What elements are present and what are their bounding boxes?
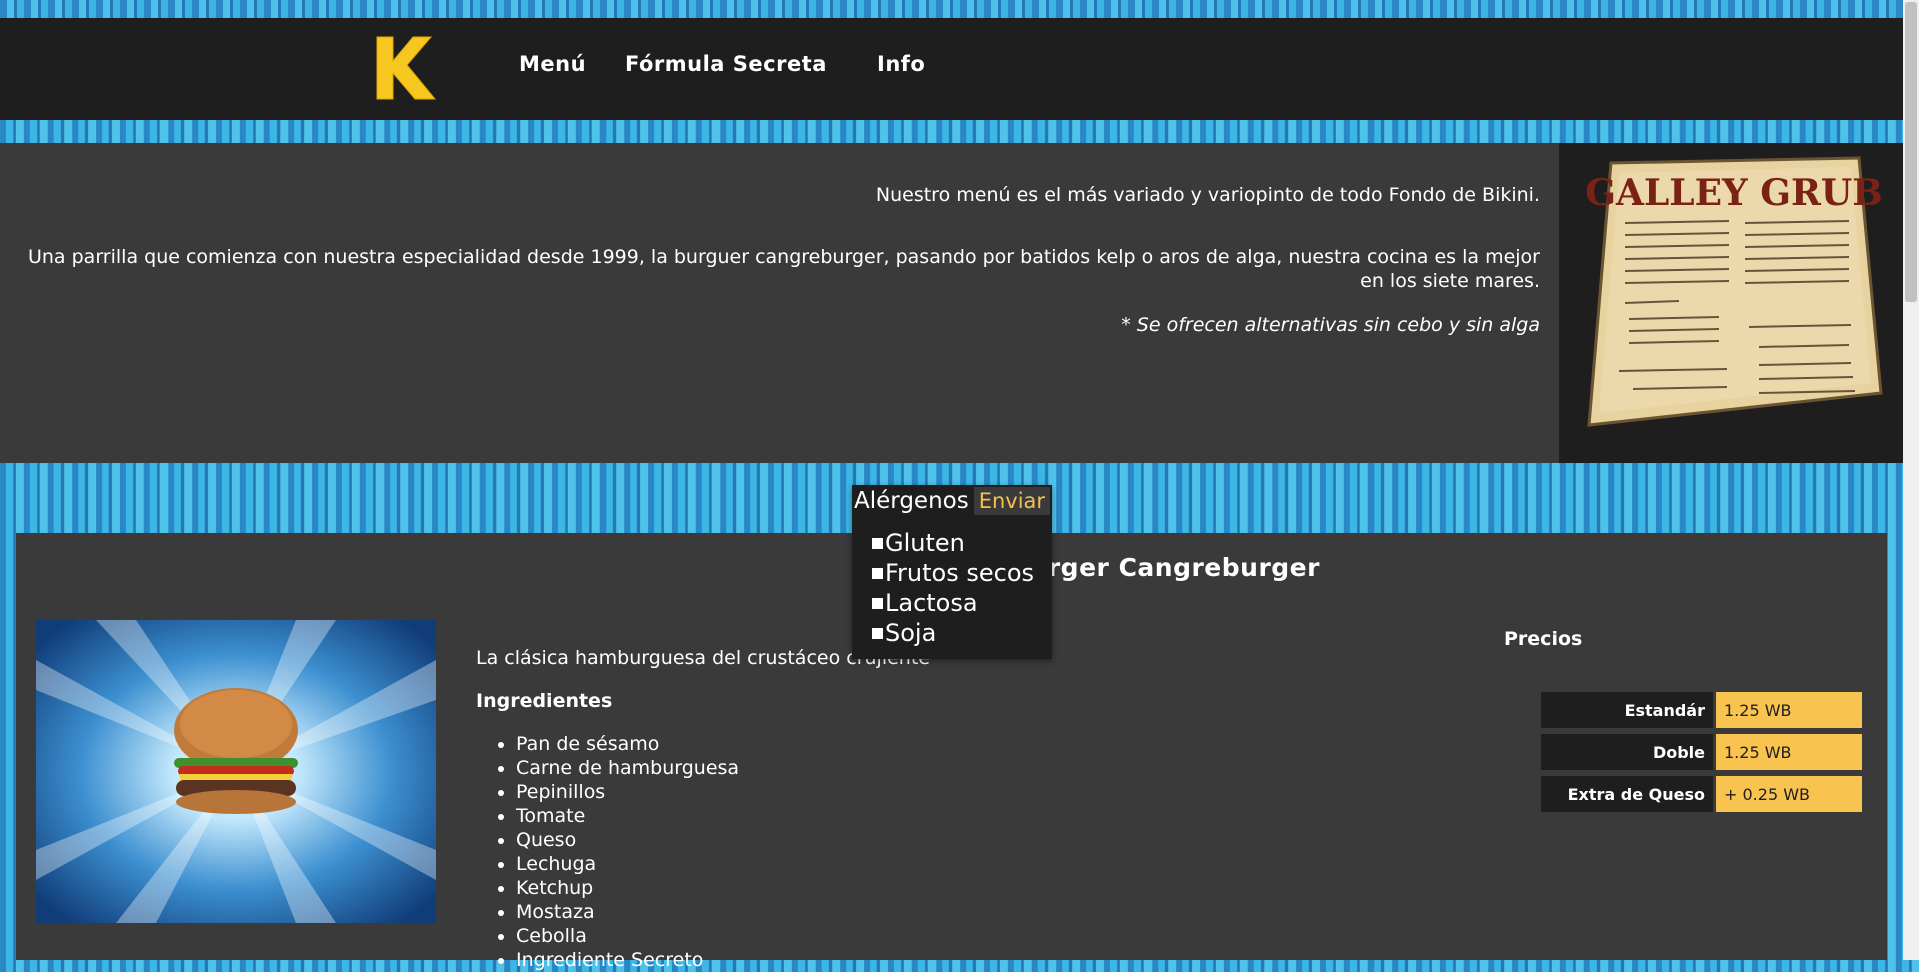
krusty-krab-logo[interactable]: K (375, 35, 437, 101)
allergen-label: Frutos secos (885, 559, 1035, 587)
price-row: Estandár 1.25 WB (1541, 692, 1862, 728)
page-scrollbar[interactable] (1903, 0, 1919, 960)
checkbox[interactable] (872, 537, 883, 549)
intro-line-1: Nuestro menú es el más variado y variopi… (875, 184, 1540, 206)
ingredient-item: Lechuga (516, 852, 739, 876)
menu-board-image-panel: GALLEY GRUB (1559, 143, 1903, 463)
price-value: 1.25 WB (1716, 692, 1862, 728)
ingredient-item: Tomate (516, 804, 739, 828)
allergens-options: Gluten Frutos secos Lactosa Soja (872, 528, 1034, 648)
price-row: Extra de Queso + 0.25 WB (1541, 776, 1862, 812)
price-label: Extra de Queso (1541, 776, 1713, 812)
allergen-label: Soja (885, 619, 937, 647)
ingredient-item: Cebolla (516, 924, 739, 948)
ingredient-item: Mostaza (516, 900, 739, 924)
allergens-send-button[interactable]: Enviar (973, 487, 1051, 515)
ingredient-item: Ingrediente Secreto (516, 948, 739, 972)
ingredient-item: Pepinillos (516, 780, 739, 804)
price-label: Estandár (1541, 692, 1713, 728)
ingredient-item: Ketchup (516, 876, 739, 900)
galley-grub-menu-image: GALLEY GRUB (1585, 156, 1883, 427)
price-value: + 0.25 WB (1716, 776, 1862, 812)
allergens-title[interactable]: Alérgenos (852, 488, 971, 514)
burger-image (36, 620, 436, 923)
intro-section: Nuestro menú es el más variado y variopi… (0, 143, 1559, 463)
intro-line-2: Una parrilla que comienza con nuestra es… (27, 246, 1540, 292)
product-title: Burger Cangreburger (1010, 553, 1320, 582)
intro-note: * Se ofrecen alternativas sin cebo y sin… (1121, 314, 1540, 336)
ingredients-heading: Ingredientes (476, 690, 613, 712)
price-label: Doble (1541, 734, 1713, 770)
nav-link-secret-formula[interactable]: Fórmula Secreta (625, 52, 827, 76)
prices-heading: Precios (1504, 628, 1583, 650)
checkbox[interactable] (872, 597, 883, 609)
ingredient-item: Carne de hamburguesa (516, 756, 739, 780)
top-stripe (0, 0, 1903, 18)
ingredient-item: Pan de sésamo (516, 732, 739, 756)
allergen-option-nuts[interactable]: Frutos secos (872, 558, 1034, 588)
svg-text:GALLEY GRUB: GALLEY GRUB (1585, 172, 1882, 214)
prices-table: Estandár 1.25 WB Doble 1.25 WB Extra de … (1538, 686, 1865, 818)
nav-link-info[interactable]: Info (877, 52, 925, 76)
price-value: 1.25 WB (1716, 734, 1862, 770)
ingredient-item: Queso (516, 828, 739, 852)
allergen-option-soy[interactable]: Soja (872, 618, 1034, 648)
ingredients-list: Pan de sésamo Carne de hamburguesa Pepin… (476, 732, 739, 972)
allergen-label: Lactosa (885, 589, 978, 617)
svg-text:K: K (375, 35, 376, 36)
allergen-option-lactose[interactable]: Lactosa (872, 588, 1034, 618)
allergen-label: Gluten (885, 529, 965, 557)
scrollbar-thumb[interactable] (1905, 2, 1917, 302)
allergens-dropdown-header: Alérgenos Enviar (852, 485, 1051, 517)
price-row: Doble 1.25 WB (1541, 734, 1862, 770)
nav-link-menu[interactable]: Menú (519, 52, 586, 76)
allergen-option-gluten[interactable]: Gluten (872, 528, 1034, 558)
checkbox[interactable] (872, 627, 883, 639)
top-navbar (0, 18, 1903, 120)
checkbox[interactable] (872, 567, 883, 579)
